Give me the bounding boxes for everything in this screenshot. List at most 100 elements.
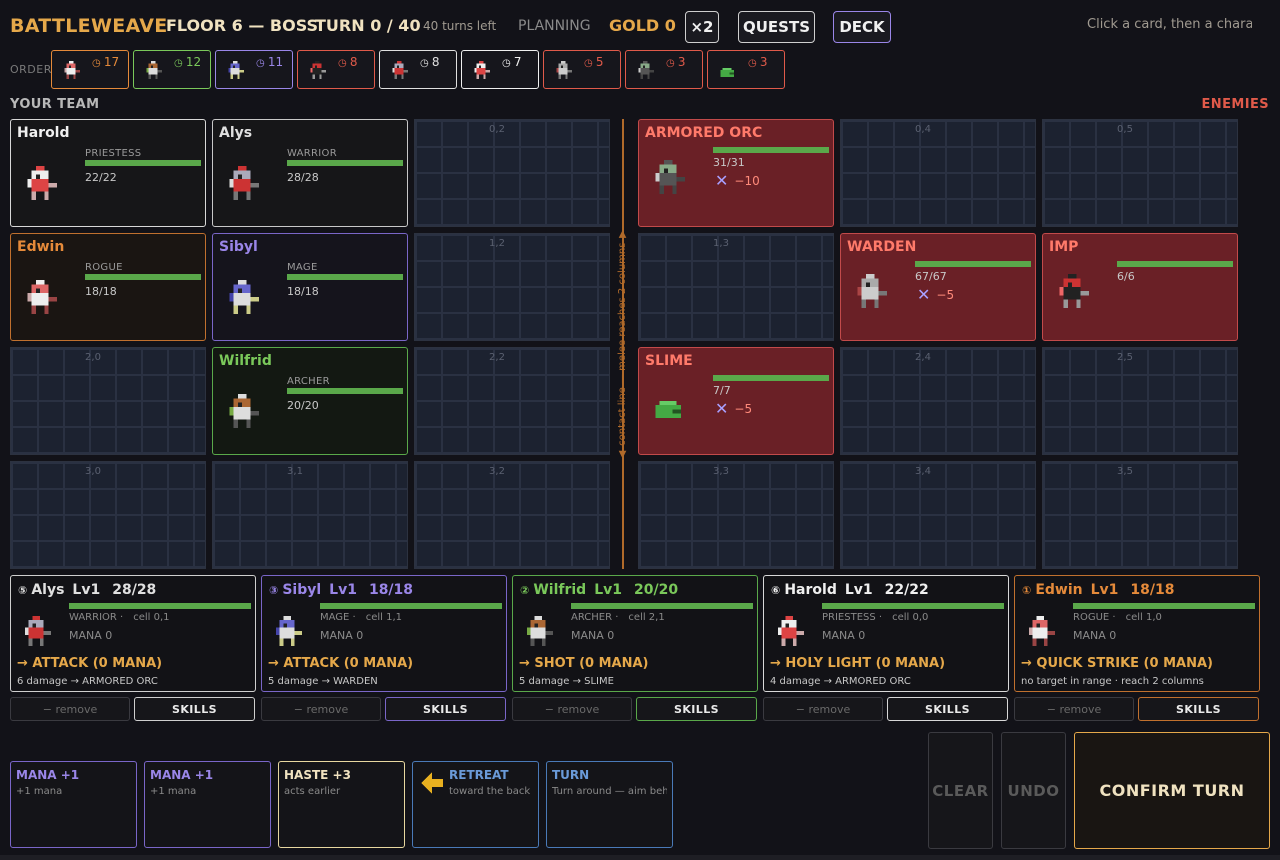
grid-cell[interactable]: 2,2: [414, 347, 610, 455]
grid-cell[interactable]: 3,3: [638, 461, 834, 569]
ally-unit-harold[interactable]: Harold PRIESTESS 22/22: [10, 119, 206, 227]
order-speed-value: 17: [103, 55, 120, 69]
cell-coord: 2,0: [85, 352, 101, 363]
unit-role: ARCHER: [287, 376, 330, 387]
cell-coord: 3,2: [489, 466, 505, 477]
order-label: ORDER: [10, 63, 52, 76]
grid-cell[interactable]: 2,0: [10, 347, 206, 455]
remove-button[interactable]: − remove: [512, 697, 632, 721]
order-speed-value: 3: [759, 55, 768, 69]
grid-cell[interactable]: 3,1: [212, 461, 408, 569]
confirm-turn-button[interactable]: CONFIRM TURN: [1074, 732, 1270, 849]
ally-unit-alys[interactable]: Alys WARRIOR 28/28: [212, 119, 408, 227]
gold-counter: GOLD 0: [609, 16, 676, 35]
grid-cell[interactable]: 1,3: [638, 233, 834, 341]
skills-button[interactable]: SKILLS: [887, 697, 1008, 721]
hero-card-edwin[interactable]: ① Edwin Lv1 18/18 ROGUE · cell 1,0 MANA 0 → QUI…: [1014, 575, 1260, 692]
order-chip[interactable]: ◷ 3: [625, 50, 703, 89]
hero-action-detail: 6 damage → ARMORED ORC: [17, 676, 158, 687]
grid-cell[interactable]: 2,4: [840, 347, 1036, 455]
order-chip[interactable]: ◷ 11: [215, 50, 293, 89]
skills-button[interactable]: SKILLS: [134, 697, 255, 721]
remove-button[interactable]: − remove: [10, 697, 130, 721]
hero-hp: 18/18: [1130, 582, 1175, 598]
enemy-unit-slime[interactable]: SLIME 7/7 ✕ −5: [638, 347, 834, 455]
grid-cell[interactable]: 0,4: [840, 119, 1036, 227]
hp-bar: [1073, 603, 1255, 609]
order-chip[interactable]: ◷ 3: [707, 50, 785, 89]
hero-role: ROGUE · cell 1,0: [1073, 612, 1162, 623]
grid-cell[interactable]: 3,0: [10, 461, 206, 569]
hero-card-wilfrid[interactable]: ② Wilfrid Lv1 20/20 ARCHER · cell 2,1 MANA 0 → …: [512, 575, 758, 692]
skills-button[interactable]: SKILLS: [1138, 697, 1259, 721]
order-chip[interactable]: ◷ 5: [543, 50, 621, 89]
turn-order-badge: ①: [1022, 584, 1032, 597]
ally-unit-sibyl[interactable]: Sibyl MAGE 18/18: [212, 233, 408, 341]
hero-mana: MANA 0: [1073, 629, 1117, 642]
warden-sprite-icon: [853, 274, 887, 308]
skills-button[interactable]: SKILLS: [385, 697, 506, 721]
clock-icon: ◷: [256, 58, 268, 69]
order-chip[interactable]: ◷ 17: [51, 50, 129, 89]
order-chip[interactable]: ◷ 12: [133, 50, 211, 89]
grid-cell[interactable]: 2,5: [1042, 347, 1238, 455]
hp-bar: [320, 603, 502, 609]
deck-button[interactable]: DECK: [833, 11, 891, 43]
hero-class: MAGE ·: [320, 612, 356, 623]
hand-card[interactable]: HASTE +3 acts earlier: [278, 761, 405, 848]
order-chip[interactable]: ◷ 8: [379, 50, 457, 89]
order-speed: ◷ 12: [174, 55, 201, 71]
quests-button[interactable]: QUESTS: [738, 11, 815, 43]
enemy-unit-armored-orc[interactable]: ARMORED ORC 31/31 ✕ −10: [638, 119, 834, 227]
grid-cell[interactable]: 3,2: [414, 461, 610, 569]
order-chip[interactable]: ◷ 8: [297, 50, 375, 89]
hero-cell: cell 1,0: [1125, 612, 1162, 623]
remove-button[interactable]: − remove: [261, 697, 381, 721]
grid-cell[interactable]: 1,2: [414, 233, 610, 341]
grid-cell[interactable]: 3,4: [840, 461, 1036, 569]
enemy-intent: ✕ −5: [715, 399, 752, 418]
hero-action: → HOLY LIGHT (0 MANA): [770, 656, 946, 671]
undo-button[interactable]: UNDO: [1001, 732, 1066, 849]
hero-card-alys[interactable]: ⑤ Alys Lv1 28/28 WARRIOR · cell 0,1 MANA 0 → AT…: [10, 575, 256, 692]
remove-button[interactable]: − remove: [763, 697, 883, 721]
clock-icon: ◷: [584, 58, 596, 69]
enemy-intent: ✕ −5: [917, 285, 954, 304]
hand-card[interactable]: RETREAT toward the back: [412, 761, 539, 848]
hero-hp: 20/20: [633, 582, 679, 598]
hand-card[interactable]: MANA +1 +1 mana: [144, 761, 271, 848]
rogue-sprite-icon: [23, 280, 57, 314]
hand-card[interactable]: MANA +1 +1 mana: [10, 761, 137, 848]
enemy-unit-warden[interactable]: WARDEN 67/67 ✕ −5: [840, 233, 1036, 341]
imp-sprite-icon: [1055, 274, 1089, 308]
clock-icon: ◷: [174, 58, 186, 69]
grid-cell[interactable]: 0,5: [1042, 119, 1238, 227]
order-speed-value: 7: [513, 55, 522, 69]
order-chip[interactable]: ◷ 7: [461, 50, 539, 89]
hero-action-detail: 5 damage → WARDEN: [268, 676, 378, 687]
clear-button[interactable]: CLEAR: [928, 732, 993, 849]
priestess-sprite-icon: [23, 166, 57, 200]
hp-bar: [287, 160, 403, 166]
remove-button[interactable]: − remove: [1014, 697, 1134, 721]
mage-sprite-icon: [272, 616, 302, 646]
grid-cell[interactable]: 3,5: [1042, 461, 1238, 569]
hp-bar: [822, 603, 1004, 609]
hand-card[interactable]: TURN Turn around — aim behi: [546, 761, 673, 848]
speed-button[interactable]: ×2: [685, 11, 719, 43]
slime-sprite-icon: [718, 61, 736, 79]
hp-bar: [287, 274, 403, 280]
orc-sprite-icon: [636, 61, 654, 79]
hero-level: Lv1: [329, 582, 357, 598]
card-title: TURN: [552, 768, 590, 782]
hero-card-harold[interactable]: ⑥ Harold Lv1 22/22 PRIESTESS · cell 0,0 MANA 0…: [763, 575, 1009, 692]
ally-unit-wilfrid[interactable]: Wilfrid ARCHER 20/20: [212, 347, 408, 455]
grid-cell[interactable]: 0,2: [414, 119, 610, 227]
slime-sprite-icon: [651, 388, 685, 422]
skills-button[interactable]: SKILLS: [636, 697, 757, 721]
hero-card-sibyl[interactable]: ③ Sibyl Lv1 18/18 MAGE · cell 1,1 MANA 0 → ATTA…: [261, 575, 507, 692]
hp-bar: [69, 603, 251, 609]
unit-name: Wilfrid: [219, 353, 272, 369]
enemy-unit-imp[interactable]: IMP 6/6: [1042, 233, 1238, 341]
ally-unit-edwin[interactable]: Edwin ROGUE 18/18: [10, 233, 206, 341]
